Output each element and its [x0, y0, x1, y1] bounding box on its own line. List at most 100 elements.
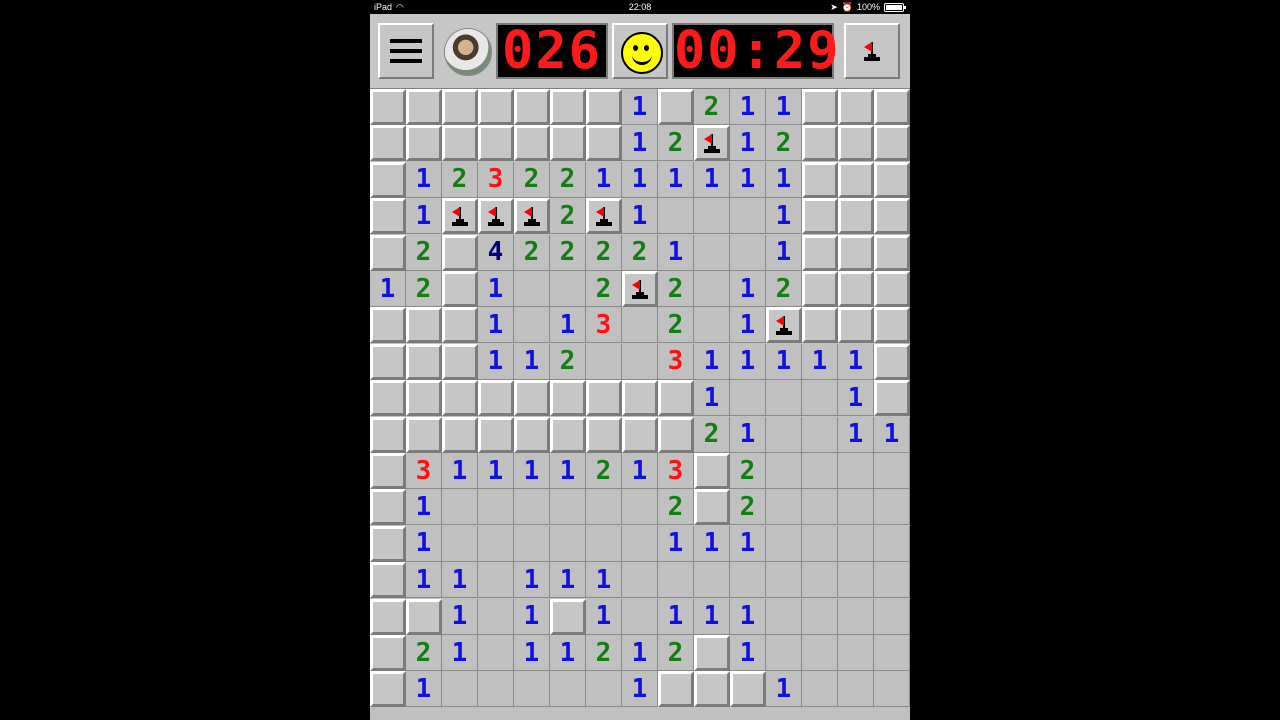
number-cell[interactable]: 1 [478, 271, 514, 307]
covered-cell[interactable] [406, 125, 442, 162]
number-cell[interactable]: 1 [370, 271, 406, 307]
covered-cell[interactable] [442, 234, 478, 271]
flagged-cell[interactable] [586, 198, 622, 235]
number-cell[interactable]: 1 [478, 453, 514, 489]
number-cell[interactable]: 1 [766, 343, 802, 380]
covered-cell[interactable] [838, 125, 874, 162]
covered-cell[interactable] [478, 416, 514, 453]
empty-cell[interactable] [874, 598, 910, 635]
number-cell[interactable]: 1 [586, 598, 622, 635]
covered-cell[interactable] [406, 343, 442, 380]
covered-cell[interactable] [478, 125, 514, 162]
covered-cell[interactable] [370, 416, 406, 453]
covered-cell[interactable] [550, 380, 586, 417]
number-cell[interactable]: 1 [478, 343, 514, 380]
covered-cell[interactable] [658, 380, 694, 417]
number-cell[interactable]: 1 [730, 635, 766, 671]
number-cell[interactable]: 2 [766, 125, 802, 162]
covered-cell[interactable] [442, 380, 478, 417]
empty-cell[interactable] [586, 525, 622, 562]
covered-cell[interactable] [370, 525, 406, 562]
number-cell[interactable]: 2 [550, 198, 586, 235]
covered-cell[interactable] [658, 416, 694, 453]
number-cell[interactable]: 2 [514, 234, 550, 271]
number-cell[interactable]: 2 [658, 271, 694, 307]
covered-cell[interactable] [406, 89, 442, 125]
covered-cell[interactable] [802, 89, 838, 125]
number-cell[interactable]: 1 [694, 598, 730, 635]
empty-cell[interactable] [442, 525, 478, 562]
empty-cell[interactable] [802, 489, 838, 526]
empty-cell[interactable] [838, 525, 874, 562]
empty-cell[interactable] [622, 343, 658, 380]
number-cell[interactable]: 1 [730, 598, 766, 635]
covered-cell[interactable] [370, 380, 406, 417]
covered-cell[interactable] [838, 198, 874, 235]
covered-cell[interactable] [406, 598, 442, 635]
covered-cell[interactable] [802, 198, 838, 235]
covered-cell[interactable] [370, 671, 406, 708]
number-cell[interactable]: 1 [694, 343, 730, 380]
empty-cell[interactable] [874, 453, 910, 489]
covered-cell[interactable] [370, 453, 406, 489]
avatar[interactable] [444, 28, 492, 76]
empty-cell[interactable] [802, 380, 838, 417]
empty-cell[interactable] [586, 489, 622, 526]
covered-cell[interactable] [442, 271, 478, 307]
empty-cell[interactable] [550, 671, 586, 708]
covered-cell[interactable] [442, 343, 478, 380]
flag-mode-button[interactable] [844, 23, 900, 79]
covered-cell[interactable] [874, 380, 910, 417]
covered-cell[interactable] [874, 89, 910, 125]
covered-cell[interactable] [370, 562, 406, 599]
covered-cell[interactable] [874, 307, 910, 344]
covered-cell[interactable] [586, 380, 622, 417]
number-cell[interactable]: 1 [406, 489, 442, 526]
number-cell[interactable]: 2 [694, 89, 730, 125]
empty-cell[interactable] [478, 525, 514, 562]
number-cell[interactable]: 1 [874, 416, 910, 453]
number-cell[interactable]: 2 [550, 343, 586, 380]
covered-cell[interactable] [874, 343, 910, 380]
flagged-cell[interactable] [478, 198, 514, 235]
empty-cell[interactable] [658, 562, 694, 599]
number-cell[interactable]: 1 [694, 525, 730, 562]
covered-cell[interactable] [370, 307, 406, 344]
number-cell[interactable]: 1 [730, 525, 766, 562]
empty-cell[interactable] [766, 562, 802, 599]
empty-cell[interactable] [658, 198, 694, 235]
number-cell[interactable]: 1 [730, 271, 766, 307]
number-cell[interactable]: 1 [622, 198, 658, 235]
number-cell[interactable]: 1 [838, 343, 874, 380]
empty-cell[interactable] [730, 380, 766, 417]
number-cell[interactable]: 4 [478, 234, 514, 271]
covered-cell[interactable] [478, 380, 514, 417]
covered-cell[interactable] [802, 125, 838, 162]
covered-cell[interactable] [622, 380, 658, 417]
number-cell[interactable]: 1 [838, 380, 874, 417]
number-cell[interactable]: 1 [550, 453, 586, 489]
number-cell[interactable]: 3 [406, 453, 442, 489]
covered-cell[interactable] [370, 161, 406, 198]
number-cell[interactable]: 1 [514, 343, 550, 380]
empty-cell[interactable] [550, 489, 586, 526]
number-cell[interactable]: 3 [658, 343, 694, 380]
number-cell[interactable]: 1 [406, 671, 442, 708]
number-cell[interactable]: 1 [730, 343, 766, 380]
covered-cell[interactable] [586, 89, 622, 125]
number-cell[interactable]: 1 [550, 307, 586, 344]
covered-cell[interactable] [550, 89, 586, 125]
covered-cell[interactable] [874, 198, 910, 235]
number-cell[interactable]: 3 [478, 161, 514, 198]
covered-cell[interactable] [838, 89, 874, 125]
number-cell[interactable]: 1 [622, 125, 658, 162]
number-cell[interactable]: 1 [550, 562, 586, 599]
covered-cell[interactable] [694, 489, 730, 526]
empty-cell[interactable] [730, 198, 766, 235]
covered-cell[interactable] [514, 89, 550, 125]
empty-cell[interactable] [694, 307, 730, 344]
empty-cell[interactable] [514, 307, 550, 344]
empty-cell[interactable] [622, 598, 658, 635]
number-cell[interactable]: 2 [586, 271, 622, 307]
number-cell[interactable]: 1 [730, 307, 766, 344]
